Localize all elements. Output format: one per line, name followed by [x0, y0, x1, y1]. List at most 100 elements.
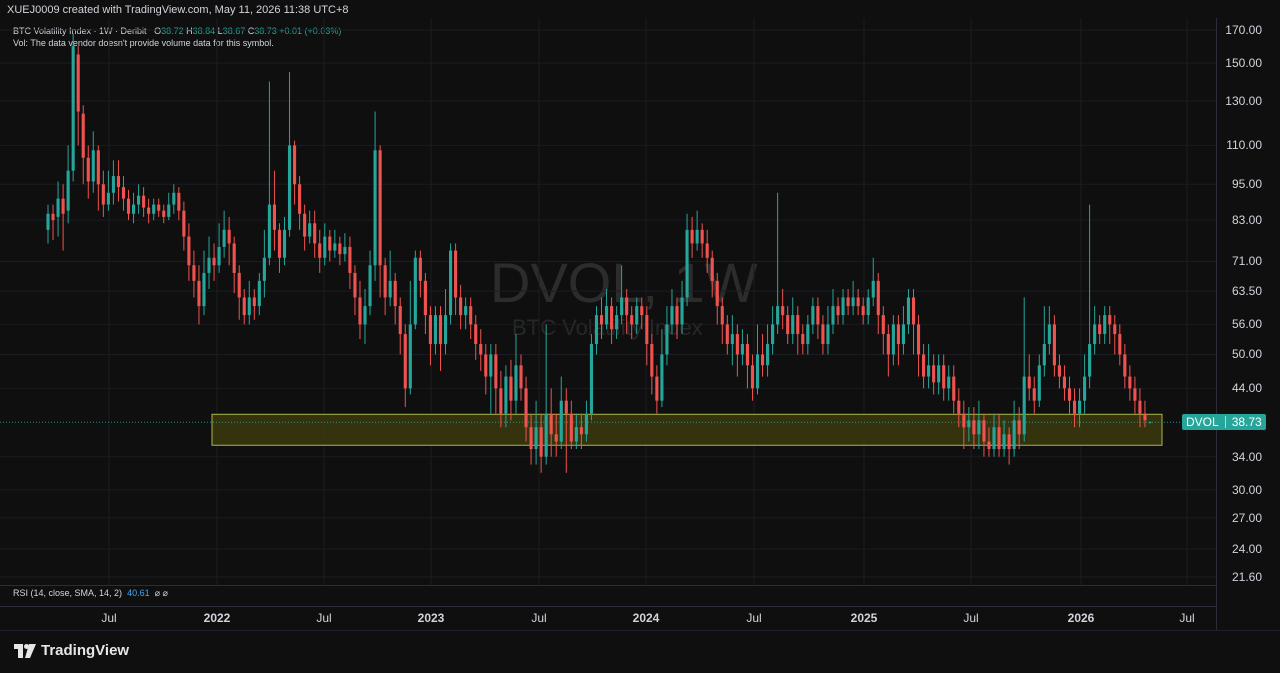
candle-body: [916, 324, 921, 355]
candle: [338, 236, 342, 266]
candle-body: [1083, 376, 1087, 401]
candle-body: [1148, 422, 1152, 424]
candle-body: [298, 184, 302, 214]
candle-body: [308, 223, 312, 237]
candle-body: [303, 213, 307, 237]
candle-body: [730, 334, 734, 345]
candle-body: [86, 157, 90, 182]
candle: [1133, 376, 1137, 414]
candle: [287, 72, 292, 237]
candle-body: [66, 170, 70, 211]
candle-body: [645, 315, 649, 345]
candle-body: [952, 376, 956, 401]
candle: [690, 216, 694, 258]
candle-body: [992, 427, 996, 450]
candle-body: [443, 315, 448, 345]
candle-body: [942, 365, 946, 389]
candle-body: [1103, 315, 1107, 335]
candle-body: [222, 229, 226, 247]
candle: [333, 229, 337, 258]
candle: [755, 324, 760, 395]
candle: [715, 272, 719, 325]
rsi-title[interactable]: RSI (14, close, SMA, 14, 2): [13, 588, 122, 598]
candle: [126, 189, 131, 221]
candle-body: [685, 229, 689, 298]
candle: [56, 181, 60, 237]
rsi-extra: ⌀ ⌀: [154, 588, 168, 598]
candle-body: [891, 324, 895, 355]
candle: [705, 229, 709, 273]
price-chart[interactable]: [0, 18, 1280, 586]
candle-body: [690, 229, 694, 244]
candle: [303, 204, 307, 251]
candle-body: [816, 306, 820, 325]
candle-body: [962, 413, 966, 428]
candle: [604, 289, 609, 330]
candle-body: [680, 297, 684, 325]
candle-body: [1007, 434, 1011, 450]
candle-body: [106, 192, 110, 205]
candle: [896, 315, 900, 366]
candle: [911, 289, 916, 355]
candle: [871, 257, 875, 307]
candle-body: [836, 306, 840, 316]
candle: [670, 289, 674, 335]
candle: [549, 388, 553, 457]
candles: [46, 33, 1152, 473]
candle: [906, 289, 911, 335]
candle-body: [91, 150, 95, 182]
candle-body: [137, 195, 141, 205]
candle-body: [796, 315, 800, 335]
candle: [610, 297, 614, 345]
candle-body: [987, 441, 991, 450]
candle: [816, 297, 820, 340]
candle: [1042, 306, 1046, 377]
time-axis-label: Jul: [963, 611, 979, 625]
candle: [1118, 324, 1122, 366]
candle-body: [655, 376, 659, 401]
candle-body: [896, 324, 900, 345]
candle-body: [71, 46, 75, 171]
price-axis-label: 50.00: [1231, 347, 1262, 362]
candle: [710, 250, 714, 298]
current-price-symbol: DVOL: [1186, 415, 1219, 430]
time-axis[interactable]: [0, 606, 1216, 631]
current-price-tag: DVOL 38.73: [1182, 414, 1266, 431]
candle: [589, 334, 594, 421]
candle-body: [846, 297, 850, 307]
candle: [443, 289, 448, 355]
candle-body: [257, 280, 261, 307]
candle: [313, 210, 317, 258]
time-axis-label: 2025: [850, 611, 878, 625]
candle: [393, 272, 397, 325]
candle-body: [81, 113, 85, 158]
candle-body: [207, 257, 211, 273]
candle-body: [514, 365, 518, 401]
tradingview-brand[interactable]: TradingView: [14, 642, 129, 659]
candle-body: [801, 334, 805, 345]
candle: [91, 131, 95, 193]
candle: [368, 250, 372, 316]
candle: [745, 334, 750, 389]
candle-body: [584, 413, 588, 435]
current-price-value: 38.73: [1231, 415, 1262, 430]
candle: [363, 289, 367, 345]
candle-body: [479, 344, 483, 355]
candle-body: [625, 297, 629, 316]
candle: [695, 210, 699, 251]
candle: [413, 250, 417, 330]
candle-body: [277, 229, 282, 258]
rsi-pane[interactable]: [0, 585, 1216, 606]
candle: [675, 297, 679, 340]
candle: [1037, 354, 1041, 408]
candle-body: [947, 376, 951, 389]
candle-body: [227, 229, 231, 244]
candle-body: [403, 334, 407, 389]
candle: [760, 334, 765, 377]
candle: [594, 306, 599, 355]
candle: [308, 210, 312, 244]
candle: [353, 265, 357, 316]
candle: [952, 365, 956, 414]
candle-body: [121, 187, 126, 199]
candle-body: [448, 250, 453, 316]
